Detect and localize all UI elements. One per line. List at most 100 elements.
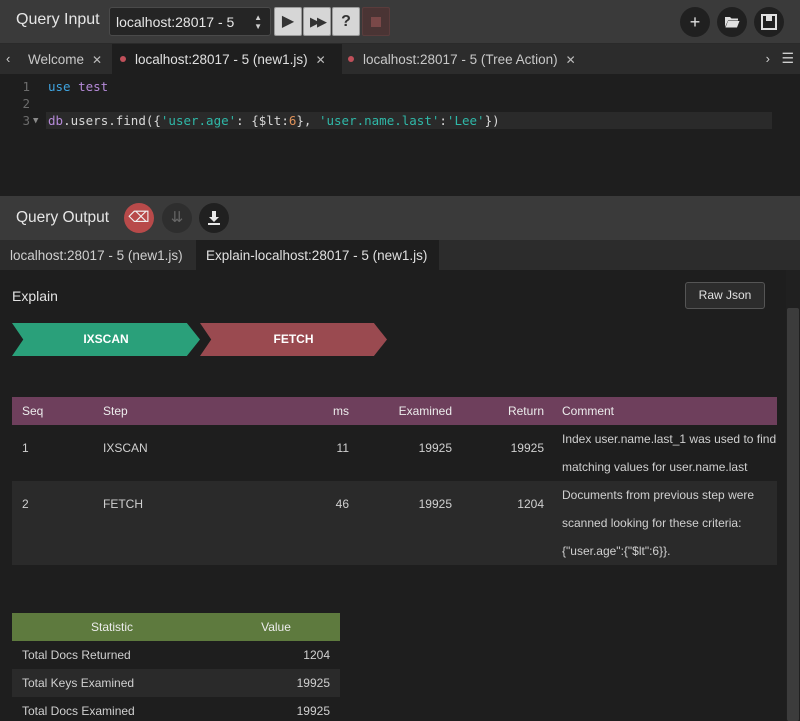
code-line-3: db.users.find({'user.age': {$lt:6}, 'use… <box>46 112 772 129</box>
cell-ms: 11 <box>283 425 349 481</box>
code-token: 'user.age' <box>160 113 237 128</box>
stat-name: Total Docs Returned <box>22 648 131 662</box>
line-number: 2 <box>22 96 30 111</box>
stat-name: Total Keys Examined <box>12 669 212 697</box>
tab-tree-action[interactable]: localhost:28017 - 5 (Tree Action) ✕ <box>342 44 602 74</box>
tab-label: localhost:28017 - 5 (new1.js) <box>10 248 183 263</box>
column-header: Value <box>212 613 340 641</box>
table-header-row: Seq Step ms Examined Return Comment <box>12 397 777 425</box>
connection-select-value: localhost:28017 - 5 <box>116 14 235 30</box>
tab-label: localhost:28017 - 5 (Tree Action) <box>363 52 558 67</box>
code-db-name: test <box>78 79 109 94</box>
cell-comment: Index user.name.last_1 was used to find … <box>544 425 777 481</box>
code-token: }, <box>296 113 319 128</box>
chevron-right-icon[interactable]: › <box>766 51 770 66</box>
tab-label: Explain-localhost:28017 - 5 (new1.js) <box>206 248 428 263</box>
tab-menu-icon[interactable]: ☰ <box>781 50 794 67</box>
plus-icon: + <box>689 12 701 32</box>
query-output-title: Query Output <box>16 209 110 226</box>
add-button[interactable]: + <box>680 7 710 37</box>
cell-step: FETCH <box>103 481 283 565</box>
stage-ixscan[interactable]: IXSCAN <box>12 323 200 356</box>
modified-dot-icon <box>348 56 354 62</box>
comment-line: Index user.name.last_1 was used to find <box>562 432 777 446</box>
cell-return: 19925 <box>452 425 544 481</box>
column-header: Return <box>452 397 544 425</box>
query-output-toolbar: Query Output ⌫ ⇊ <box>0 196 800 240</box>
play-icon: ▶ <box>281 13 295 30</box>
folder-open-icon <box>725 17 740 28</box>
comment-line: Documents from previous step were <box>562 488 755 502</box>
eraser-icon: ⌫ <box>128 209 150 226</box>
chevron-left-icon[interactable]: ‹ <box>6 51 10 66</box>
line-number: 1 <box>22 79 30 94</box>
tab-explain[interactable]: Explain-localhost:28017 - 5 (new1.js) <box>196 240 439 270</box>
code-token: 'Lee' <box>446 113 485 128</box>
column-header: Examined <box>349 397 452 425</box>
tab-welcome[interactable]: Welcome ✕ <box>18 44 118 74</box>
collapse-button[interactable]: ⇊ <box>162 203 192 233</box>
cell-comment: Documents from previous step were scanne… <box>544 481 777 565</box>
run-all-button[interactable]: ▶▶ <box>303 7 331 36</box>
column-header: Comment <box>544 397 777 425</box>
code-editor[interactable]: 1 2 3 ▼ use test db.users.find({'user.ag… <box>0 74 800 196</box>
stage-fetch[interactable]: FETCH <box>200 323 387 356</box>
code-token: : {$lt: <box>236 113 289 128</box>
tab-label: localhost:28017 - 5 (new1.js) <box>135 52 308 67</box>
table-row: 1 IXSCAN 11 19925 19925 Index user.name.… <box>12 425 777 481</box>
comment-line: matching values for user.name.last <box>562 460 748 474</box>
run-button[interactable]: ▶ <box>274 7 302 36</box>
cell-return: 1204 <box>452 481 544 565</box>
stop-button[interactable] <box>362 7 390 36</box>
stat-value: 1204 <box>303 648 330 662</box>
table-row: Total Docs Examined 19925 <box>12 697 340 721</box>
column-header: ms <box>283 397 349 425</box>
double-chevron-down-icon: ⇊ <box>170 209 184 226</box>
save-button[interactable] <box>754 7 784 37</box>
query-input-title: Query Input <box>16 11 100 28</box>
help-label: ? <box>341 13 351 30</box>
download-button[interactable] <box>199 203 229 233</box>
vertical-scrollbar[interactable] <box>786 270 800 721</box>
fold-arrow-icon[interactable]: ▼ <box>33 116 38 126</box>
tab-label: Welcome <box>28 52 85 67</box>
code-token: .users.find({ <box>63 113 161 128</box>
statistics-table: Statistic Value Total Docs Returned 1204… <box>12 613 340 721</box>
modified-dot-icon <box>120 56 126 62</box>
code-token: db <box>48 113 64 128</box>
column-header: Step <box>103 397 283 425</box>
help-button[interactable]: ? <box>332 7 360 36</box>
close-icon[interactable]: ✕ <box>92 53 102 67</box>
close-icon[interactable]: ✕ <box>566 53 576 67</box>
cell-seq: 1 <box>12 425 103 481</box>
code-token: : <box>439 113 447 128</box>
cell-examined: 19925 <box>349 481 452 565</box>
cell-ms: 46 <box>283 481 349 565</box>
line-number: 3 <box>22 113 30 128</box>
code-keyword: use <box>48 79 71 94</box>
connection-select[interactable]: localhost:28017 - 5 ▲ ▼ <box>109 7 271 36</box>
column-header: Statistic <box>12 613 212 641</box>
scrollbar-thumb[interactable] <box>787 308 799 721</box>
close-icon[interactable]: ✕ <box>316 53 326 67</box>
table-header-row: Statistic Value <box>12 613 340 641</box>
code-line-1: use test <box>48 79 108 94</box>
comment-line: {"user.age":{"$lt":6}}. <box>562 544 671 558</box>
stop-icon <box>371 17 381 27</box>
save-icon <box>761 14 777 30</box>
table-row: Total Keys Examined 19925 <box>12 669 340 697</box>
output-tab-bar: localhost:28017 - 5 (new1.js) Explain-lo… <box>0 240 800 270</box>
table-row: Total Docs Returned 1204 <box>12 641 340 669</box>
raw-json-button[interactable]: Raw Json <box>685 282 765 309</box>
open-file-button[interactable] <box>717 7 747 37</box>
stat-name: Total Docs Examined <box>22 704 135 718</box>
explain-panel: Explain Raw Json IXSCAN FETCH Seq Step m… <box>0 270 786 721</box>
clear-output-button[interactable]: ⌫ <box>124 203 154 233</box>
comment-line: scanned looking for these criteria: <box>562 516 742 530</box>
fast-forward-icon: ▶▶ <box>310 14 327 29</box>
stat-value: 19925 <box>296 704 330 718</box>
cell-step: IXSCAN <box>103 425 283 481</box>
stat-value: 19925 <box>212 669 340 697</box>
tab-new1-js[interactable]: localhost:28017 - 5 (new1.js) ✕ <box>112 44 342 74</box>
tab-output-new1-js[interactable]: localhost:28017 - 5 (new1.js) <box>0 240 196 270</box>
